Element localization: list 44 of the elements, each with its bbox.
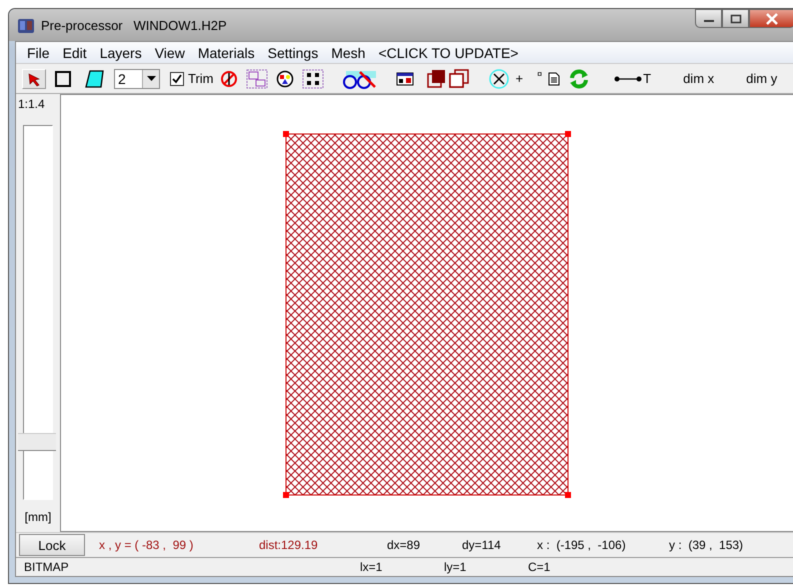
dy-readout: dy=114 (462, 538, 502, 552)
menu-item[interactable]: Layers (100, 44, 142, 60)
slider-thumb[interactable] (18, 433, 56, 452)
node-label: ¤ (537, 69, 542, 79)
maximize-button[interactable] (722, 9, 749, 28)
document-icon[interactable] (546, 70, 562, 86)
ly-readout: ly=1 (444, 560, 468, 574)
boxes-icon[interactable] (244, 68, 270, 90)
window-title: Pre-processor WINDOW1.H2P (41, 18, 227, 32)
mode-label: BITMAP (24, 560, 70, 574)
close-icon (765, 12, 779, 24)
trim-checkbox[interactable] (170, 72, 184, 86)
plus-label: + (516, 71, 524, 86)
dx-readout: dx=89 (387, 538, 422, 552)
menu-item[interactable]: Mesh (331, 44, 366, 60)
maximize-icon (730, 14, 742, 24)
pointer-tool-icon[interactable] (22, 68, 46, 88)
menu-item[interactable]: Settings (268, 44, 318, 60)
menu-item[interactable]: Edit (62, 44, 87, 60)
lock-button[interactable]: Lock (19, 534, 85, 556)
close-button[interactable] (749, 9, 793, 28)
c-readout: C=1 (528, 560, 550, 574)
app-icon (17, 16, 35, 34)
measure-tool[interactable]: T (614, 71, 652, 86)
menu-item[interactable]: <CLICK TO UPDATE> (378, 44, 518, 60)
minimize-button[interactable] (695, 9, 722, 28)
scale-ratio: 1:1.4 (17, 97, 45, 111)
layer-dropdown[interactable]: 2 (114, 68, 160, 88)
dimension-label: dim y (746, 71, 778, 86)
dimension-label: dim x (683, 71, 714, 86)
dimension-line-icon (614, 74, 642, 82)
unit-label: [mm] (24, 510, 52, 526)
y-range-readout: y : (39 , 153) (669, 538, 744, 552)
trim-label: Trim (188, 71, 214, 86)
lx-readout: lx=1 (360, 560, 384, 574)
x-range-readout: x : (-195 , -106) (537, 538, 627, 552)
coordinates-readout: x , y = ( -83 , 99 ) (99, 538, 194, 552)
window-icon[interactable] (394, 70, 416, 88)
distance-readout: dist:129.19 (259, 538, 319, 552)
dots-grid-icon[interactable] (300, 68, 326, 90)
menu-item[interactable]: File (27, 44, 50, 60)
menu-item[interactable]: View (154, 44, 185, 60)
caret-icon (146, 76, 156, 81)
menu-item[interactable]: Materials (198, 44, 255, 60)
